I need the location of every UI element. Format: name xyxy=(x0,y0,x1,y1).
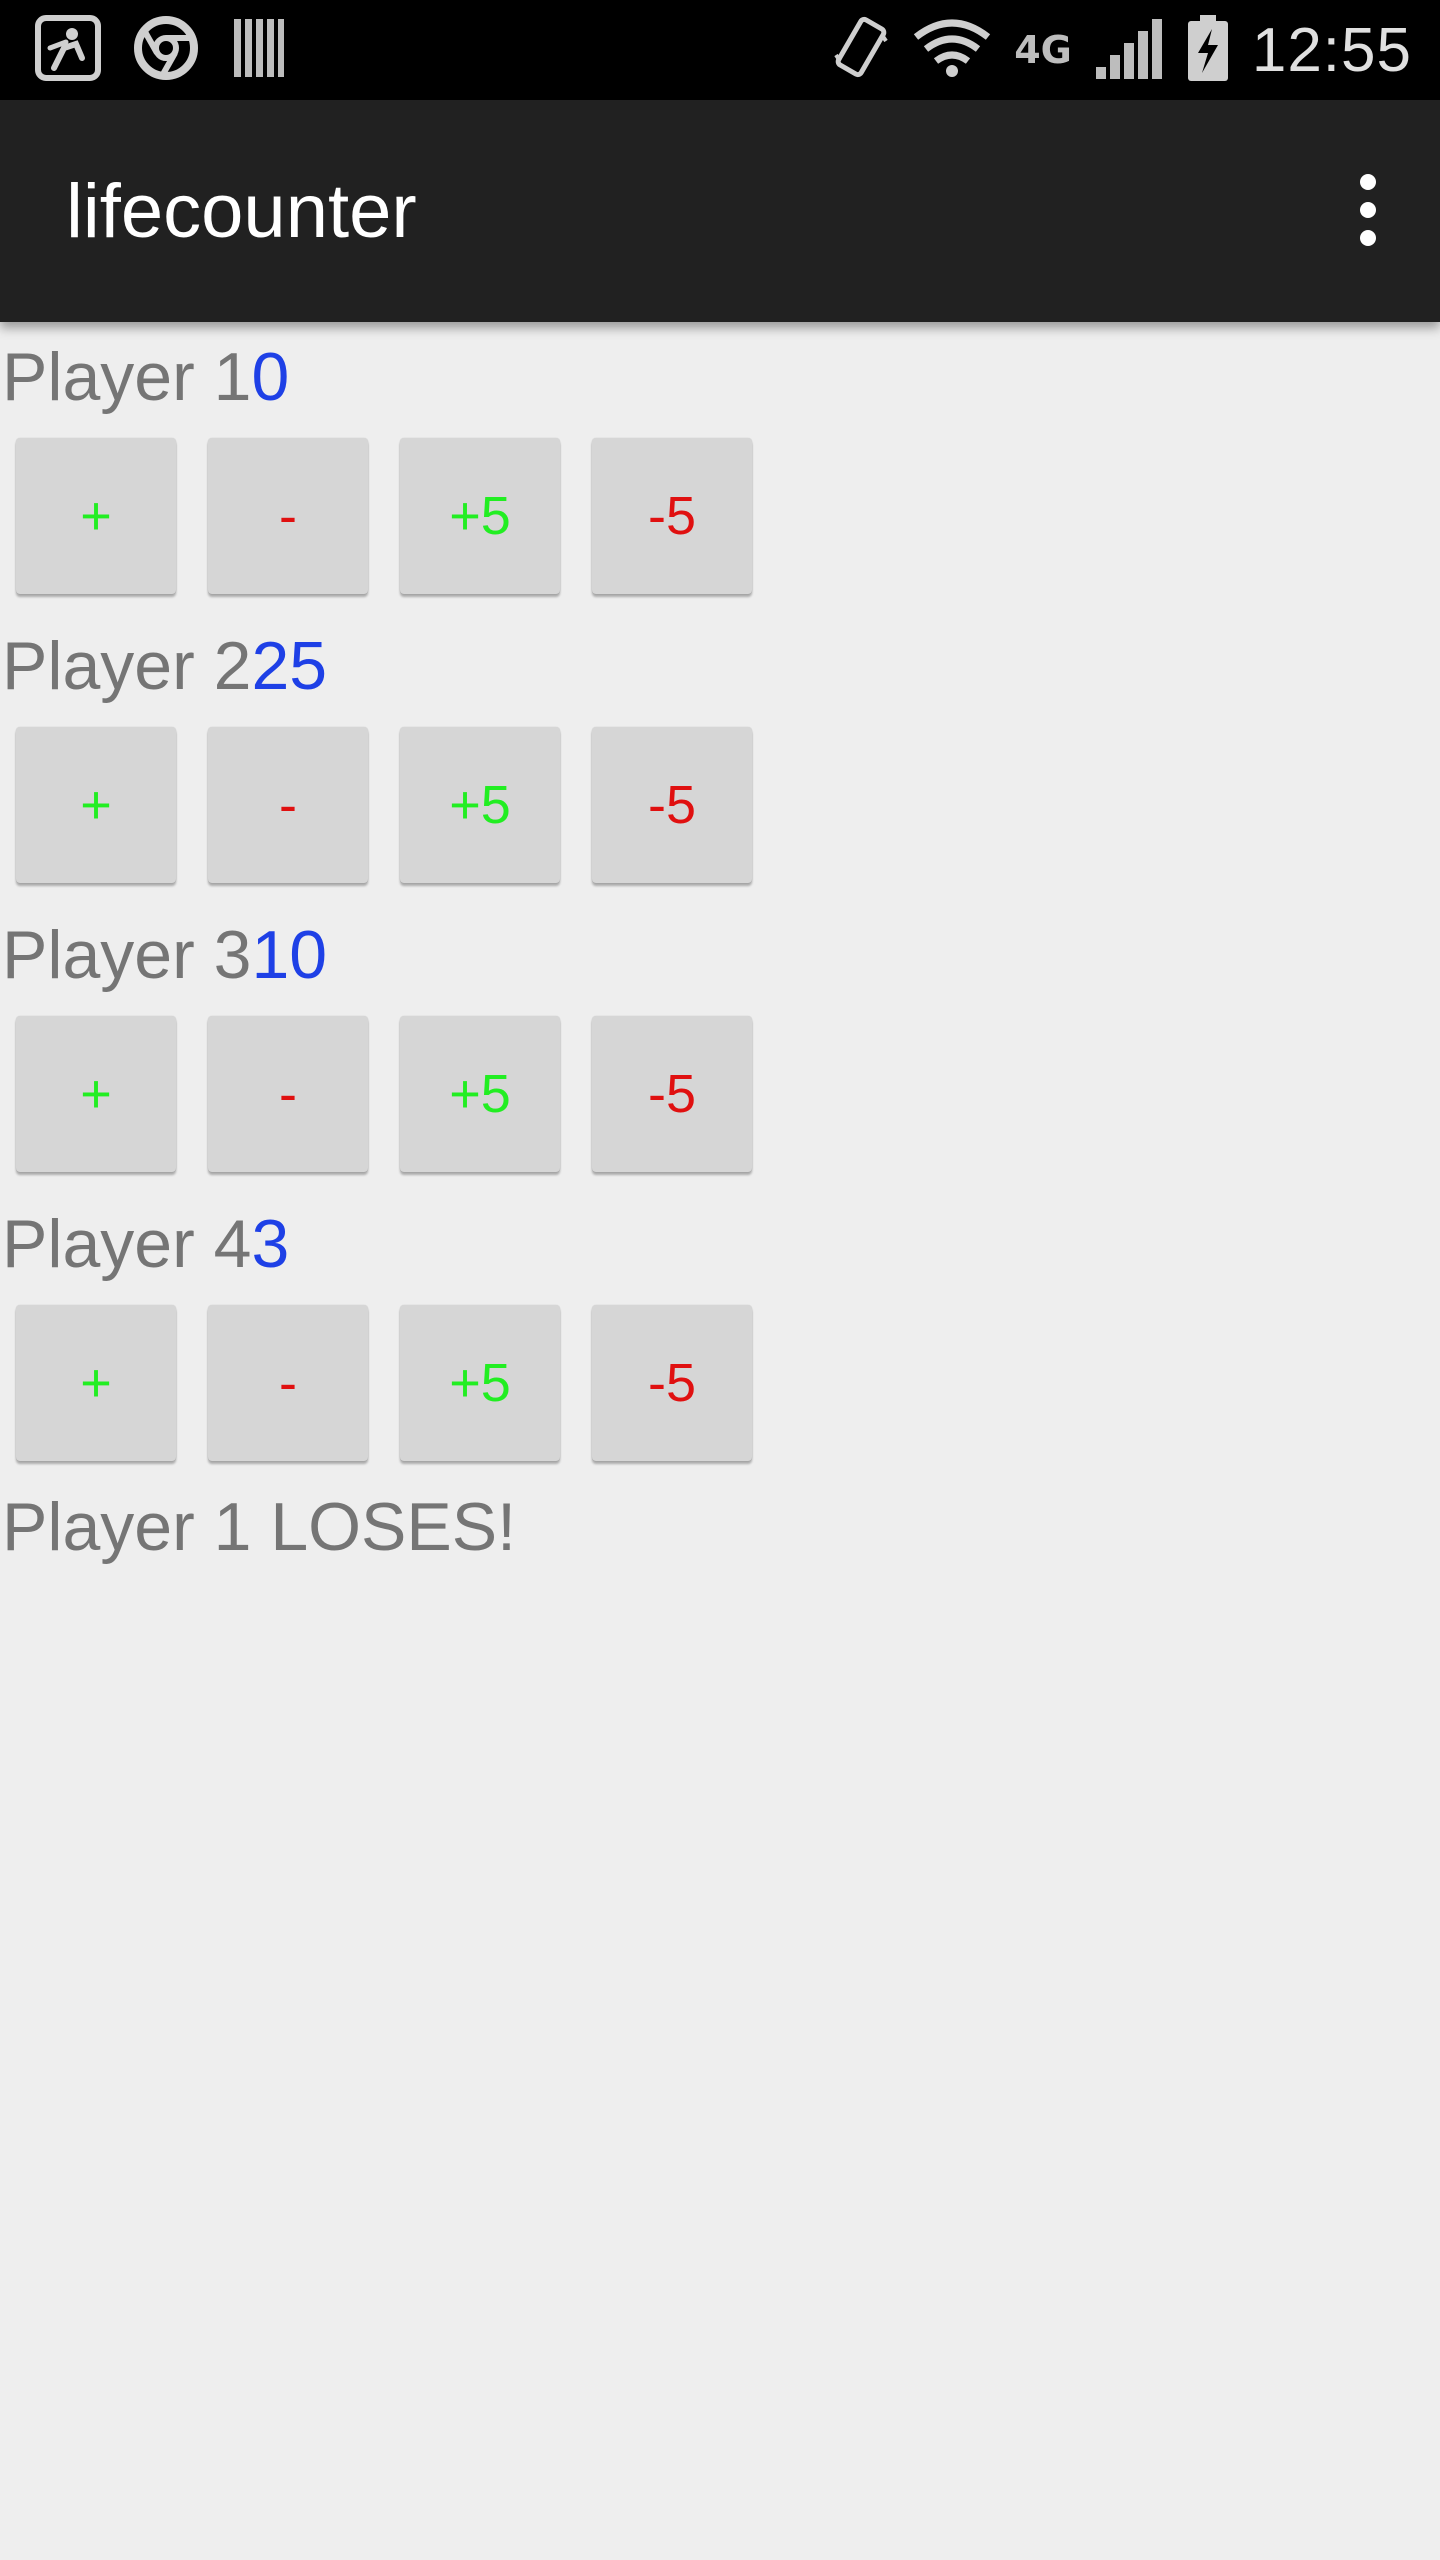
plus-five-button[interactable]: +5 xyxy=(400,438,560,594)
minus-five-button[interactable]: -5 xyxy=(592,1305,752,1461)
overflow-menu-icon[interactable] xyxy=(1336,160,1400,260)
plus-one-button[interactable]: + xyxy=(16,1305,176,1461)
golf-app-icon xyxy=(34,14,102,87)
barcode-icon xyxy=(230,17,286,84)
minus-one-button[interactable]: - xyxy=(208,1305,368,1461)
signal-icon xyxy=(1094,15,1164,86)
player-name: Player 1 xyxy=(2,339,252,415)
plus-five-button[interactable]: +5 xyxy=(400,1305,560,1461)
wifi-icon xyxy=(912,17,992,84)
minus-one-button[interactable]: - xyxy=(208,727,368,883)
vibrate-icon xyxy=(830,15,890,86)
player-label-line: Player 10 xyxy=(2,338,289,416)
status-bar: 4G 12:55 xyxy=(0,0,1440,100)
player-life-value: 0 xyxy=(251,339,290,415)
minus-five-button[interactable]: -5 xyxy=(592,438,752,594)
chrome-icon xyxy=(132,14,200,87)
battery-charging-icon xyxy=(1186,13,1230,88)
result-message: Player 1 LOSES! xyxy=(2,1489,517,1565)
player-name: Player 4 xyxy=(2,1206,252,1282)
player-row-2: Player 225 + - +5 -5 xyxy=(0,611,1440,900)
main-content: Player 10 + - +5 -5 Player 225 + - +5 -5… xyxy=(0,322,1440,1565)
status-clock: 12:55 xyxy=(1251,15,1412,85)
plus-one-button[interactable]: + xyxy=(16,1016,176,1172)
status-left-icons xyxy=(34,14,286,87)
player-label-line: Player 310 xyxy=(2,916,327,994)
plus-one-button[interactable]: + xyxy=(16,727,176,883)
player-label-line: Player 43 xyxy=(2,1205,289,1283)
minus-one-button[interactable]: - xyxy=(208,438,368,594)
network-4g-icon: 4G xyxy=(1014,28,1072,72)
player-row-1: Player 10 + - +5 -5 xyxy=(0,322,1440,611)
player-buttons: + - +5 -5 xyxy=(16,438,752,594)
plus-one-button[interactable]: + xyxy=(16,438,176,594)
player-buttons: + - +5 -5 xyxy=(16,727,752,883)
player-row-4: Player 43 + - +5 -5 xyxy=(0,1189,1440,1478)
app-title: lifecounter xyxy=(66,169,417,254)
minus-five-button[interactable]: -5 xyxy=(592,727,752,883)
plus-five-button[interactable]: +5 xyxy=(400,1016,560,1172)
player-label-line: Player 225 xyxy=(2,627,327,705)
minus-five-button[interactable]: -5 xyxy=(592,1016,752,1172)
plus-five-button[interactable]: +5 xyxy=(400,727,560,883)
status-right-icons: 4G 12:55 xyxy=(830,10,1412,90)
app-bar: lifecounter xyxy=(0,100,1440,322)
player-buttons: + - +5 -5 xyxy=(16,1305,752,1461)
player-buttons: + - +5 -5 xyxy=(16,1016,752,1172)
player-name: Player 3 xyxy=(2,917,252,993)
player-name: Player 2 xyxy=(2,628,252,704)
minus-one-button[interactable]: - xyxy=(208,1016,368,1172)
player-life-value: 10 xyxy=(251,917,328,993)
player-life-value: 3 xyxy=(251,1206,290,1282)
player-row-3: Player 310 + - +5 -5 xyxy=(0,900,1440,1189)
player-life-value: 25 xyxy=(251,628,328,704)
